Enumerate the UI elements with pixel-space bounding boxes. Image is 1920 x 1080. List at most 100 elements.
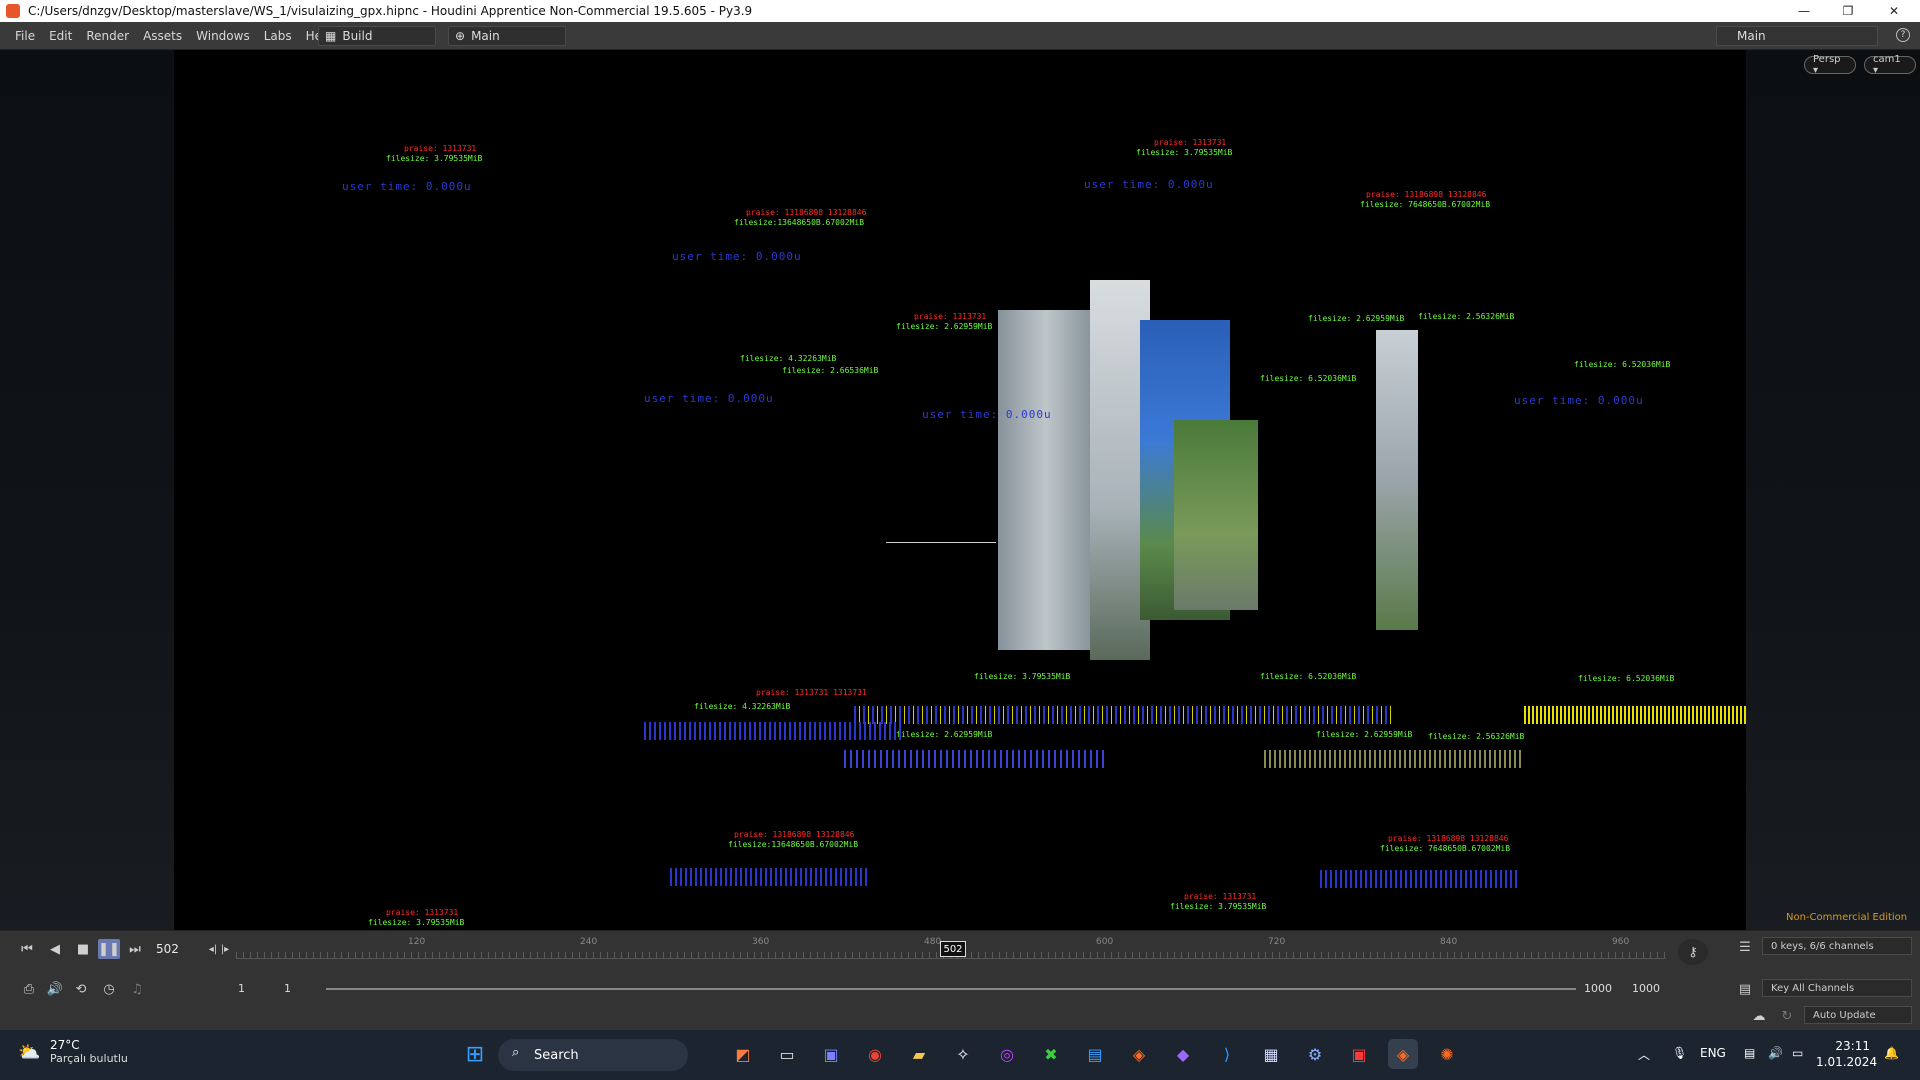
houdini-launcher-icon[interactable]: ✺ <box>1432 1039 1462 1069</box>
acrobat-icon[interactable]: ▣ <box>1344 1039 1374 1069</box>
desk-right-selector[interactable]: Main <box>1716 26 1878 46</box>
file-explorer-icon[interactable]: ▰ <box>904 1039 934 1069</box>
overlay-usertime: user time: 0.000u <box>1514 394 1644 407</box>
battery-icon[interactable]: ▭ <box>1792 1046 1803 1060</box>
close-button[interactable]: ✕ <box>1872 0 1916 22</box>
desktop-build-selector[interactable]: ▦ Build <box>318 26 436 46</box>
xbox-icon[interactable]: ✖ <box>1036 1039 1066 1069</box>
desktop-main-selector[interactable]: ⊕ Main <box>448 26 566 46</box>
cloud-icon[interactable]: ☁ <box>1748 1006 1770 1026</box>
end-frame-field[interactable]: 1000 <box>1584 982 1612 995</box>
menu-render[interactable]: Render <box>79 29 136 43</box>
search-label: Search <box>534 1047 579 1063</box>
end-frame-field-2[interactable]: 1000 <box>1632 982 1660 995</box>
git-icon[interactable]: ◆ <box>1168 1039 1198 1069</box>
desk-right-label: Main <box>1737 29 1766 43</box>
pause-icon[interactable]: ❚❚ <box>98 939 120 959</box>
notification-icon[interactable]: 🔔 <box>1884 1046 1899 1060</box>
current-frame-field[interactable]: 502 <box>152 939 202 959</box>
auto-update-button[interactable]: Auto Update <box>1804 1006 1912 1024</box>
stop-icon[interactable]: ■ <box>72 939 94 959</box>
menu-file[interactable]: File <box>8 29 42 43</box>
ruler-tick-label: 840 <box>1440 937 1458 947</box>
overlay-label-red: praise: 1313731 <box>404 144 477 153</box>
rhino-icon[interactable]: ✧ <box>948 1039 978 1069</box>
window-title-bar: C:/Users/dnzgv/Desktop/masterslave/WS_1/… <box>0 0 1920 22</box>
channel-icon[interactable]: ▤ <box>1734 979 1756 999</box>
volume-icon[interactable]: 🔊 <box>1768 1046 1783 1060</box>
overlay-filesize: filesize:13648650B.67002MiB <box>728 840 859 849</box>
jump-start-icon[interactable]: ⏮ <box>16 939 38 959</box>
weather-widget[interactable]: ⛅ 27°C Parçalı bulutlu <box>18 1038 128 1065</box>
overlay-usertime: user time: 0.000u <box>644 392 774 405</box>
ruler-tick-label: 600 <box>1096 937 1114 947</box>
network-icon[interactable]: ▤ <box>1744 1046 1755 1060</box>
desktop-app-icon[interactable]: ▦ <box>1256 1039 1286 1069</box>
overlay-filesize: filesize: 6.52036MiB <box>1578 674 1675 683</box>
maximize-button[interactable]: ❐ <box>1826 0 1870 22</box>
start-frame-field-2[interactable]: 1 <box>284 982 291 995</box>
clock-time: 23:11 <box>1835 1039 1870 1053</box>
notepad-icon[interactable]: ▤ <box>1080 1039 1110 1069</box>
teams-icon[interactable]: ▣ <box>816 1039 846 1069</box>
playback-range-slider[interactable] <box>326 988 1576 990</box>
overlay-filesize: filesize: 2.62959MiB <box>1316 730 1413 739</box>
taskbar-search[interactable]: ⌕ Search <box>498 1039 688 1071</box>
timeline-ruler[interactable]: 120 240 360 480 600 720 840 960 502 <box>236 937 1666 959</box>
language-indicator[interactable]: ENG <box>1700 1046 1726 1060</box>
speaker-icon[interactable]: 🔊 <box>44 979 66 999</box>
desktop-build-label: Build <box>342 29 373 43</box>
overlay-filesize: filesize: 7648650B.67002MiB <box>1360 200 1491 209</box>
overlay-bar-strip <box>1320 870 1520 888</box>
audio-icon[interactable]: ⎙ <box>18 979 40 999</box>
overlay-label-red: praise: 13186898 13128846 <box>1388 834 1509 843</box>
menu-edit[interactable]: Edit <box>42 29 79 43</box>
window-title: C:/Users/dnzgv/Desktop/masterslave/WS_1/… <box>28 4 753 18</box>
overlay-usertime: user time: 0.000u <box>1084 178 1214 191</box>
instagram-icon[interactable]: ◎ <box>992 1039 1022 1069</box>
scene-viewport[interactable]: praise: 1313731 filesize: 3.79535MiB use… <box>174 50 1746 930</box>
menu-assets[interactable]: Assets <box>136 29 189 43</box>
overlay-bar-strip <box>1264 750 1524 768</box>
windows-start-icon[interactable]: ⊞ <box>460 1039 490 1069</box>
keys-channels-field[interactable]: 0 keys, 6/6 channels <box>1762 937 1912 955</box>
edition-label: Non-Commercial Edition <box>1786 912 1908 923</box>
menu-labs[interactable]: Labs <box>257 29 299 43</box>
tray-chevron-icon[interactable]: ︿ <box>1638 1046 1650 1063</box>
key-all-channels-button[interactable]: Key All Channels <box>1762 979 1912 997</box>
clock[interactable]: 23:11 1.01.2024 <box>1816 1038 1877 1070</box>
overlay-bar-strip <box>644 722 904 740</box>
houdini-active-icon[interactable]: ◈ <box>1388 1039 1418 1069</box>
key-icon[interactable]: ⚷ <box>1678 939 1708 965</box>
minimize-button[interactable]: — <box>1782 0 1826 22</box>
channel-list-icon[interactable]: ☰ <box>1734 937 1756 957</box>
sound-icon[interactable]: ♫ <box>126 979 148 999</box>
camera-view-button[interactable]: cam1 ▾ <box>1864 54 1916 76</box>
widgets-icon[interactable]: ◩ <box>728 1039 758 1069</box>
ruler-tick-label: 720 <box>1268 937 1286 947</box>
loop-icon[interactable]: ⟲ <box>70 979 92 999</box>
menu-windows[interactable]: Windows <box>189 29 257 43</box>
start-frame-field[interactable]: 1 <box>238 982 245 995</box>
settings-icon[interactable]: ⚙ <box>1300 1039 1330 1069</box>
chrome-icon[interactable]: ◉ <box>860 1039 890 1069</box>
weather-icon: ⛅ <box>18 1042 41 1063</box>
houdini-icon[interactable]: ◈ <box>1124 1039 1154 1069</box>
help-icon[interactable]: ? <box>1896 28 1910 42</box>
overlay-usertime: user time: 0.000u <box>672 250 802 263</box>
persp-view-button[interactable]: Persp ▾ <box>1804 54 1856 76</box>
step-forward-icon[interactable]: |▸ <box>214 939 236 959</box>
viewport-right-margin <box>1746 50 1920 930</box>
microphone-icon[interactable]: 🎙 <box>1672 1046 1687 1060</box>
overlay-filesize: filesize: 6.52036MiB <box>1260 374 1357 383</box>
overlay-filesize: filesize: 3.79535MiB <box>386 154 483 163</box>
timeline-playhead[interactable]: 502 <box>940 941 966 957</box>
play-backward-icon[interactable]: ◀ <box>44 939 66 959</box>
vscode-icon[interactable]: ⟩ <box>1212 1039 1242 1069</box>
overlay-bar-strip <box>670 868 870 886</box>
refresh-icon[interactable]: ↻ <box>1776 1006 1798 1026</box>
task-view-icon[interactable]: ▭ <box>772 1039 802 1069</box>
range-row: ⎙ 🔊 ⟲ ◷ ♫ 1 1 1000 1000 ▤ Key All Channe… <box>0 976 1920 1002</box>
jump-end-icon[interactable]: ⏭ <box>124 939 146 959</box>
realtime-icon[interactable]: ◷ <box>98 979 120 999</box>
